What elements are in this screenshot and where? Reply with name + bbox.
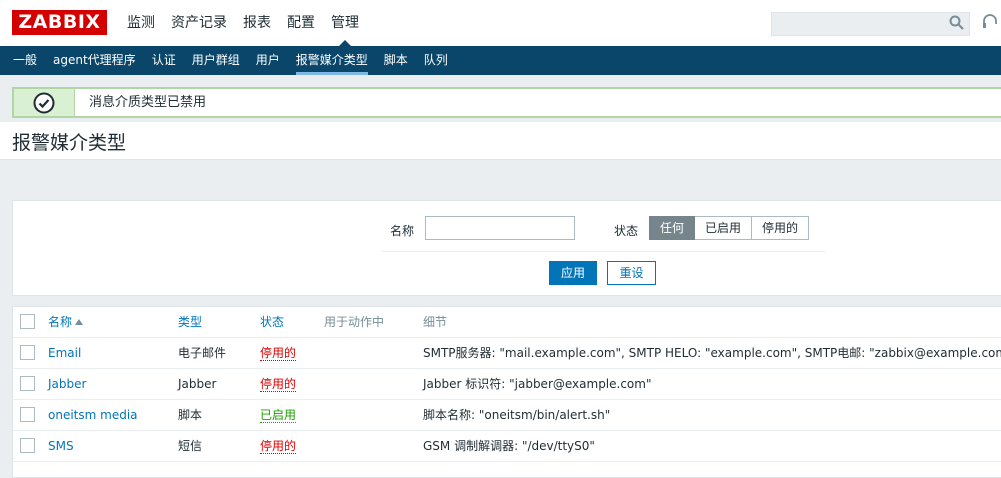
filter-status-label: 状态 [614,224,639,238]
table-header-row: 名称 类型 状态 用于动作中 细节 [13,307,1001,338]
column-header-name[interactable]: 名称 [48,307,84,338]
filter-divider [381,251,825,252]
reset-button[interactable]: 重设 [607,261,656,285]
filter-name-label: 名称 [390,224,415,238]
status-toggle-link[interactable]: 停用的 [260,346,297,361]
menu-administration[interactable]: 管理 [323,0,367,46]
media-type-status-cell: 已启用 [260,400,297,431]
menu-configuration[interactable]: 配置 [279,0,323,46]
status-toggle-link[interactable]: 停用的 [260,439,297,454]
message-text: 消息介质类型已禁用 [89,95,207,110]
media-type-type: Jabber [178,377,217,391]
status-any-button[interactable]: 任何 [649,216,696,240]
menu-monitoring[interactable]: 监测 [119,0,163,46]
column-header-details: 细节 [423,315,448,329]
media-type-status-cell: 停用的 [260,431,297,462]
message-icon-box [14,89,75,116]
media-type-name-link[interactable]: SMS [48,431,74,462]
submenu-users[interactable]: 用户 [248,46,288,75]
media-type-details: GSM 调制解调器: "/dev/ttyS0" [423,439,595,453]
search-input[interactable] [771,12,970,36]
column-header-type[interactable]: 类型 [178,307,202,338]
table-row: oneitsm media 脚本 已启用 脚本名称: "oneitsm/bin/… [13,400,1001,431]
media-type-type: 脚本 [178,408,203,422]
media-type-type: 短信 [178,439,203,453]
media-type-details: 脚本名称: "oneitsm/bin/alert.sh" [423,408,611,422]
zabbix-logo[interactable]: ZABBIX [12,10,107,35]
select-all-checkbox[interactable] [20,314,35,329]
media-types-table: 名称 类型 状态 用于动作中 细节 Email 电子邮件 停用的 SMTP服务器… [12,306,1001,478]
status-disabled-button[interactable]: 停用的 [752,216,810,240]
media-type-name-link[interactable]: oneitsm media [48,400,138,431]
submenu-media-types[interactable]: 报警媒介类型 [288,46,376,75]
menu-inventory[interactable]: 资产记录 [163,0,235,46]
status-toggle-link[interactable]: 停用的 [260,377,297,392]
page-header: 报警媒介类型 [0,122,1001,160]
table-row: Email 电子邮件 停用的 SMTP服务器: "mail.example.co… [13,338,1001,369]
filter-name-input[interactable] [425,216,575,240]
row-checkbox[interactable] [20,407,35,422]
submenu-scripts[interactable]: 脚本 [376,46,416,75]
status-toggle-link[interactable]: 已启用 [260,408,297,423]
media-type-details: Jabber 标识符: "jabber@example.com" [423,377,652,391]
page-title: 报警媒介类型 [12,132,127,154]
row-checkbox[interactable] [20,438,35,453]
sort-asc-icon [75,319,84,325]
column-header-status[interactable]: 状态 [260,307,284,338]
support-icon[interactable] [982,14,998,32]
main-menu: 监测 资产记录 报表 配置 管理 [119,0,367,46]
media-type-name-link[interactable]: Email [48,338,81,369]
table-row: Jabber Jabber 停用的 Jabber 标识符: "jabber@ex… [13,369,1001,400]
row-checkbox[interactable] [20,345,35,360]
row-checkbox[interactable] [20,376,35,391]
media-type-name-link[interactable]: Jabber [48,369,86,400]
media-type-type: 电子邮件 [178,346,227,360]
submenu-proxies[interactable]: agent代理程序 [45,46,144,75]
media-type-status-cell: 停用的 [260,338,297,369]
top-bar: ZABBIX 监测 资产记录 报表 配置 管理 [0,0,1001,46]
submenu-queue[interactable]: 队列 [416,46,456,75]
filter-panel: 名称 状态 任何 已启用 停用的 应用 重设 [12,200,1001,296]
filter-status-segmented: 任何 已启用 停用的 [649,216,810,240]
submenu-authentication[interactable]: 认证 [144,46,184,75]
media-type-details: SMTP服务器: "mail.example.com", SMTP HELO: … [423,346,1001,360]
status-enabled-button[interactable]: 已启用 [695,216,753,240]
submenu-general[interactable]: 一般 [5,46,45,75]
media-type-status-cell: 停用的 [260,369,297,400]
sub-menu-bar: 一般 agent代理程序 认证 用户群组 用户 报警媒介类型 脚本 队列 [0,46,1001,75]
table-row: SMS 短信 停用的 GSM 调制解调器: "/dev/ttyS0" [13,431,1001,462]
menu-reports[interactable]: 报表 [235,0,279,46]
submenu-user-groups[interactable]: 用户群组 [184,46,248,75]
column-header-used-in-actions: 用于动作中 [324,315,385,329]
success-message: 消息介质类型已禁用 [12,87,1001,118]
search-icon[interactable] [948,14,966,32]
check-circle-icon [33,92,55,114]
apply-button[interactable]: 应用 [549,261,597,285]
